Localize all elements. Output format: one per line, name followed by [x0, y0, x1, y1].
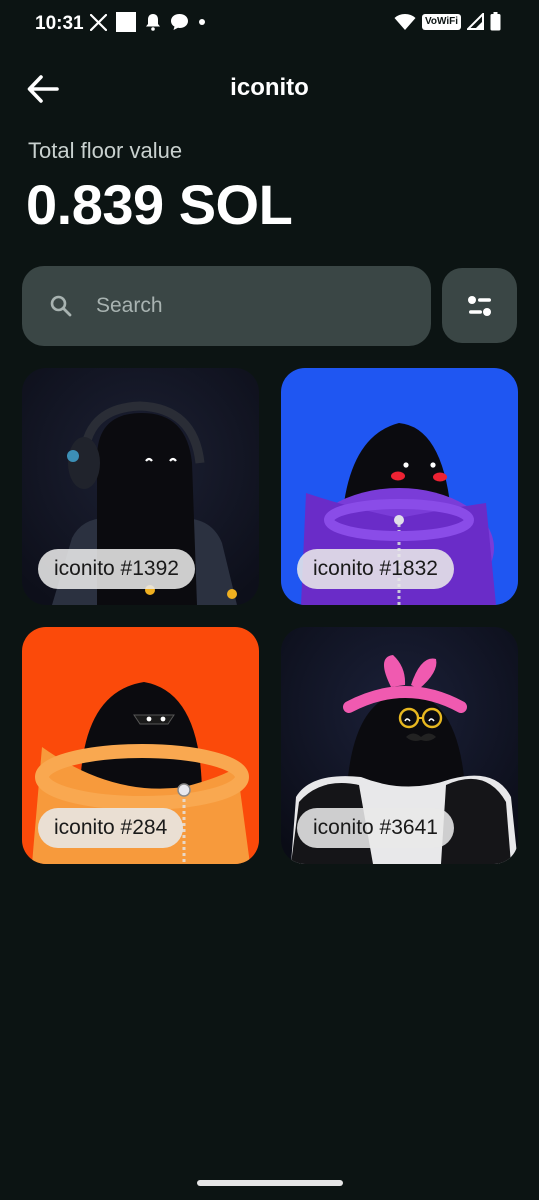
system-icons: VoWiFi	[394, 12, 501, 31]
nft-card[interactable]: iconito #1392	[22, 368, 259, 605]
top-app-bar: iconito	[0, 58, 539, 118]
nft-card[interactable]: iconito #284	[22, 627, 259, 864]
chat-bubble-icon	[171, 14, 188, 30]
dot-icon	[199, 19, 205, 25]
nft-card[interactable]: iconito #3641	[281, 627, 518, 864]
home-indicator[interactable]	[197, 1180, 343, 1186]
sliders-icon	[467, 295, 491, 316]
battery-icon	[490, 12, 501, 31]
search-icon	[48, 293, 74, 319]
wifi-icon	[394, 13, 416, 30]
floor-value-label: Total floor value	[28, 138, 183, 163]
status-bar: 10:31 VoWiFi	[0, 0, 539, 48]
x-icon	[90, 13, 107, 31]
nft-label: iconito #1392	[38, 549, 195, 589]
search-input[interactable]	[94, 293, 398, 319]
nft-label: iconito #3641	[297, 808, 454, 848]
vowifi-badge: VoWiFi	[421, 13, 461, 30]
notification-icons	[90, 12, 206, 32]
filter-button[interactable]	[442, 268, 517, 343]
status-time: 10:31	[35, 13, 84, 34]
bell-icon	[146, 14, 160, 31]
page-title: iconito	[230, 74, 309, 101]
nft-label: iconito #1832	[297, 549, 454, 589]
search-bar[interactable]	[22, 266, 431, 346]
nft-label: iconito #284	[38, 808, 184, 848]
nft-card[interactable]: iconito #1832	[281, 368, 518, 605]
square-icon	[116, 12, 136, 32]
signal-icon	[467, 13, 484, 30]
floor-value-amount: 0.839 SOL	[26, 173, 293, 236]
